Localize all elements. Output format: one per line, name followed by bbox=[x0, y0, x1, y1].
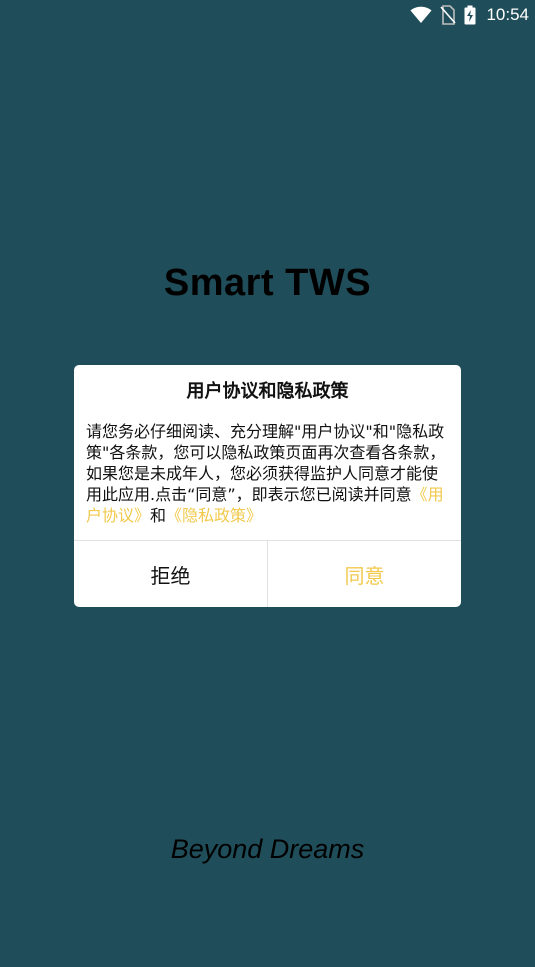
reject-button[interactable]: 拒绝 bbox=[74, 541, 268, 607]
dialog-body-text: 请您务必仔细阅读、充分理解"用户协议"和"隐私政策"各条款，您可以隐私政策页面再… bbox=[86, 422, 446, 504]
privacy-dialog: 用户协议和隐私政策 请您务必仔细阅读、充分理解"用户协议"和"隐私政策"各条款，… bbox=[74, 365, 461, 607]
status-bar: 10:54 bbox=[0, 0, 535, 30]
dialog-body: 请您务必仔细阅读、充分理解"用户协议"和"隐私政策"各条款，您可以隐私政策页面再… bbox=[86, 421, 451, 526]
battery-charging-icon bbox=[464, 5, 476, 25]
status-time: 10:54 bbox=[486, 5, 529, 24]
privacy-policy-link[interactable]: 《隐私政策》 bbox=[166, 506, 262, 525]
status-icons: 10:54 bbox=[410, 4, 529, 26]
dialog-actions: 拒绝 同意 bbox=[74, 540, 461, 607]
app-slogan: Beyond Dreams bbox=[170, 834, 365, 864]
agree-button[interactable]: 同意 bbox=[268, 541, 461, 607]
no-sim-icon bbox=[440, 5, 457, 25]
app-title: Smart TWS bbox=[163, 262, 372, 304]
wifi-icon bbox=[410, 6, 432, 24]
dialog-title: 用户协议和隐私政策 bbox=[186, 381, 349, 402]
dialog-conjunction: 和 bbox=[150, 506, 167, 525]
